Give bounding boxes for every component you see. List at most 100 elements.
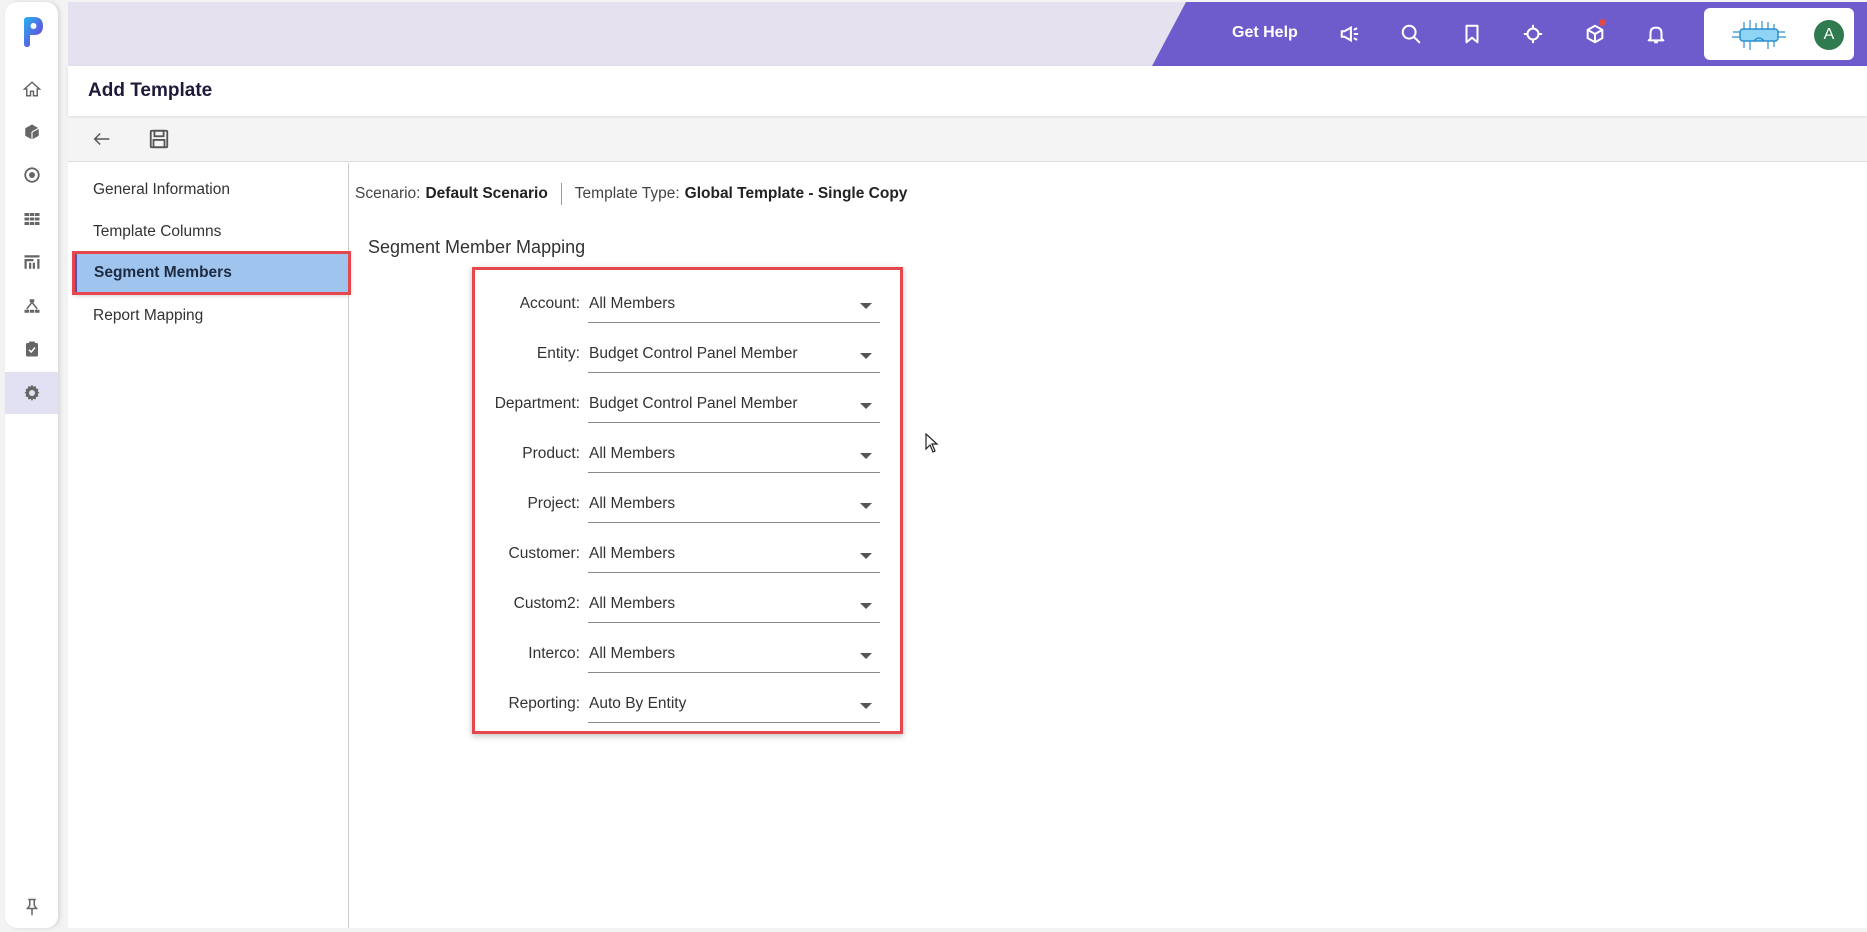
select-value: All Members [589, 445, 676, 462]
section-title: Segment Member Mapping [368, 237, 586, 257]
select-value: All Members [589, 595, 676, 612]
bell-icon [1647, 26, 1665, 44]
crosshair-icon [1523, 24, 1543, 44]
toolbar [68, 116, 1867, 162]
scenario-label: Scenario: [355, 185, 421, 202]
mapping-row-interco: Interco: All Members [475, 635, 900, 675]
save-icon [149, 129, 169, 149]
rail-grid[interactable] [5, 198, 58, 240]
user-menu[interactable]: A [1704, 8, 1854, 60]
reporting-select[interactable]: Auto By Entity [588, 689, 880, 723]
info-divider [560, 183, 562, 205]
mapping-row-department: Department: Budget Control Panel Member [475, 385, 900, 425]
interco-select[interactable]: All Members [588, 639, 880, 673]
template-info: Scenario: Default Scenario Template Type… [355, 183, 907, 205]
department-select[interactable]: Budget Control Panel Member [588, 389, 880, 423]
caret-down-icon [860, 403, 872, 409]
cube-icon [1586, 24, 1604, 44]
mapping-row-product: Product: All Members [475, 435, 900, 475]
rail-home[interactable] [5, 68, 58, 110]
caret-down-icon [860, 503, 872, 509]
caret-down-icon [860, 453, 872, 459]
field-label: Custom2: [513, 595, 580, 612]
rail-pin[interactable] [5, 886, 58, 928]
caret-down-icon [860, 353, 872, 359]
p-logo-icon[interactable] [21, 16, 45, 48]
rail-models[interactable] [5, 111, 58, 153]
caret-down-icon [860, 653, 872, 659]
caret-down-icon [860, 303, 872, 309]
notification-dot [1599, 19, 1606, 26]
caret-down-icon [860, 553, 872, 559]
back-button[interactable] [90, 127, 114, 151]
tab-template-columns[interactable]: Template Columns [74, 212, 349, 252]
avatar[interactable]: A [1814, 20, 1844, 50]
caret-down-icon [860, 603, 872, 609]
clipboard-check-icon [25, 341, 38, 357]
select-value: All Members [589, 295, 676, 312]
custom2-select[interactable]: All Members [588, 589, 880, 623]
field-label: Department: [494, 395, 580, 412]
packages-button[interactable] [1583, 19, 1607, 46]
account-select[interactable]: All Members [588, 289, 880, 323]
caret-down-icon [860, 703, 872, 709]
megaphone-icon [1340, 25, 1359, 43]
mapping-row-custom2: Custom2: All Members [475, 585, 900, 625]
mapping-row-entity: Entity: Budget Control Panel Member [475, 335, 900, 375]
company-logo-icon [1732, 20, 1786, 50]
left-rail [5, 2, 58, 928]
field-label: Entity: [536, 345, 580, 362]
product-select[interactable]: All Members [588, 439, 880, 473]
rail-targets[interactable] [5, 154, 58, 196]
mapping-row-project: Project: All Members [475, 485, 900, 525]
hierarchy-icon [24, 299, 39, 313]
section-tabs: General Information Template Columns Seg… [68, 163, 351, 928]
get-help-link[interactable]: Get Help [1232, 24, 1298, 42]
announcements-button[interactable] [1338, 22, 1362, 46]
field-label: Customer: [508, 545, 581, 562]
cube-icon [24, 124, 39, 140]
project-select[interactable]: All Members [588, 489, 880, 523]
entity-select[interactable]: Budget Control Panel Member [588, 339, 880, 373]
mouse-cursor-icon [925, 433, 939, 453]
back-arrow-icon [93, 132, 110, 146]
field-label: Project: [527, 495, 580, 512]
select-value: All Members [589, 495, 676, 512]
search-icon [1401, 24, 1421, 44]
content-panel: Scenario: Default Scenario Template Type… [350, 163, 1867, 928]
mapping-row-customer: Customer: All Members [475, 535, 900, 575]
home-icon [22, 81, 41, 97]
rail-tasks[interactable] [5, 328, 58, 370]
rail-reports[interactable] [5, 241, 58, 283]
customer-select[interactable]: All Members [588, 539, 880, 573]
notifications-button[interactable] [1644, 22, 1668, 46]
tab-general-information[interactable]: General Information [74, 170, 349, 210]
tab-segment-members[interactable]: Segment Members [72, 251, 351, 295]
mapping-row-reporting: Reporting: Auto By Entity [475, 685, 900, 725]
grid-icon [24, 213, 39, 225]
scenario-value: Default Scenario [425, 185, 548, 202]
rail-settings[interactable] [5, 372, 58, 414]
bookmarks-button[interactable] [1460, 22, 1484, 46]
mapping-row-account: Account: All Members [475, 285, 900, 325]
focus-button[interactable] [1521, 22, 1545, 46]
rail-hierarchy[interactable] [5, 285, 58, 327]
template-type-value: Global Template - Single Copy [684, 185, 908, 202]
template-type-label: Template Type: [574, 185, 680, 202]
search-button[interactable] [1399, 22, 1423, 46]
field-label: Reporting: [508, 695, 580, 712]
tab-report-mapping[interactable]: Report Mapping [74, 296, 349, 336]
save-button[interactable] [147, 127, 171, 151]
field-label: Product: [522, 445, 580, 462]
title-bar: Add Template [68, 66, 1867, 116]
gear-icon [24, 384, 39, 401]
segment-mapping-form: Account: All Members Entity: Budget Cont… [472, 267, 903, 734]
select-value: All Members [589, 645, 676, 662]
select-value: Budget Control Panel Member [589, 345, 798, 362]
field-label: Account: [519, 295, 580, 312]
page-title: Add Template [88, 80, 213, 101]
pin-icon [25, 898, 38, 916]
select-value: Budget Control Panel Member [589, 395, 798, 412]
select-value: Auto By Entity [589, 695, 687, 712]
bookmark-icon [1465, 24, 1479, 44]
